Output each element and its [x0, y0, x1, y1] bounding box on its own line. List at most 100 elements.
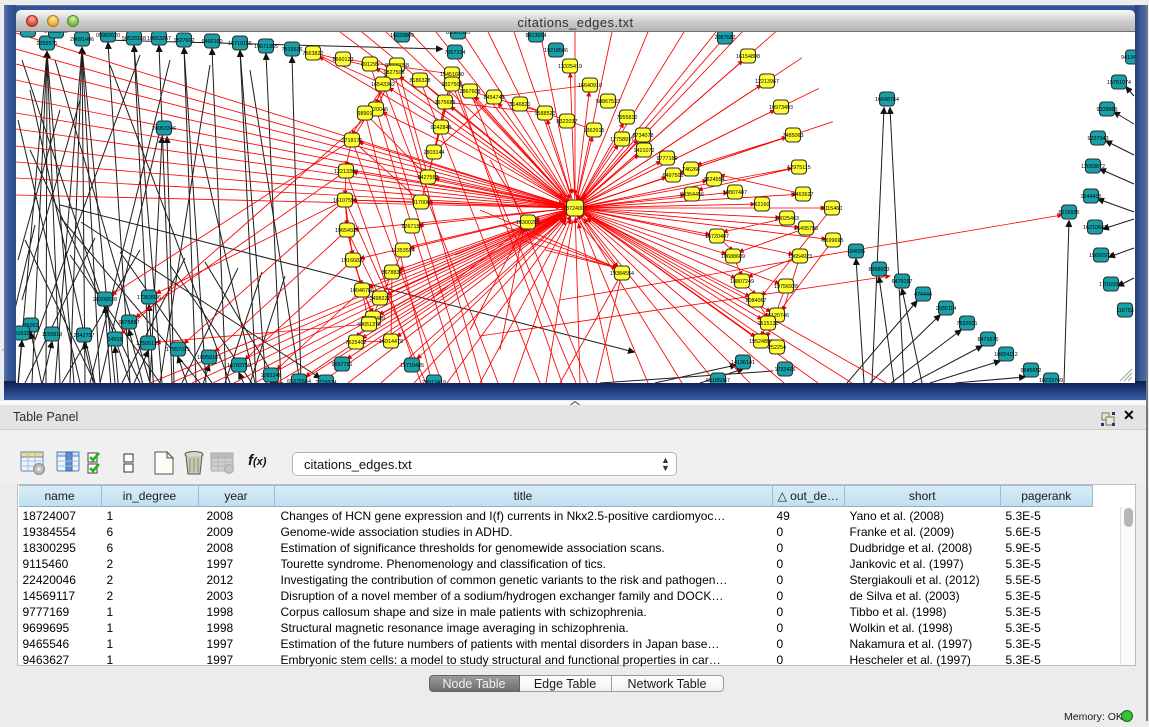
svg-text:29912419: 29912419	[422, 380, 446, 383]
svg-text:7632621: 7632621	[957, 321, 978, 327]
svg-text:2867608: 2867608	[460, 89, 481, 95]
svg-text:474444: 474444	[914, 292, 932, 298]
svg-text:18807249: 18807249	[730, 279, 754, 285]
svg-text:8454749: 8454749	[484, 95, 505, 101]
svg-text:18300295: 18300295	[516, 220, 540, 226]
svg-text:14519: 14519	[108, 337, 123, 343]
svg-text:116753: 116753	[1116, 308, 1134, 314]
svg-text:1092346: 1092346	[261, 373, 282, 379]
svg-text:98901: 98901	[358, 111, 373, 117]
svg-text:20364456: 20364456	[680, 192, 704, 198]
svg-text:1421072: 1421072	[634, 148, 655, 154]
svg-text:317006: 317006	[412, 200, 430, 206]
svg-text:58867533: 58867533	[596, 99, 620, 105]
svg-text:19654923: 19654923	[788, 254, 812, 260]
svg-text:18233749: 18233749	[1039, 378, 1063, 383]
svg-text:20053346: 20053346	[152, 126, 176, 132]
svg-text:19218506: 19218506	[544, 48, 568, 54]
svg-text:7357224: 7357224	[445, 50, 466, 56]
svg-text:8471676: 8471676	[978, 337, 999, 343]
svg-text:16640910: 16640910	[578, 83, 602, 89]
svg-text:12505135: 12505135	[136, 341, 160, 347]
svg-text:9329966: 9329966	[1097, 107, 1118, 113]
svg-text:2087682: 2087682	[715, 35, 736, 41]
svg-text:2718176: 2718176	[342, 138, 363, 144]
svg-text:6479197: 6479197	[892, 279, 913, 285]
svg-text:10958107: 10958107	[197, 355, 221, 361]
svg-text:12213967: 12213967	[755, 79, 779, 85]
svg-text:20691406: 20691406	[70, 37, 94, 43]
svg-text:16543362: 16543362	[371, 82, 395, 88]
svg-text:13325419: 13325419	[558, 64, 582, 70]
svg-text:164095: 164095	[847, 249, 865, 255]
svg-text:7955812: 7955812	[617, 115, 638, 121]
svg-text:8267150: 8267150	[402, 224, 423, 230]
svg-text:1156819: 1156819	[42, 332, 63, 338]
svg-text:15716485: 15716485	[400, 363, 424, 369]
svg-text:19166827: 19166827	[341, 258, 365, 264]
svg-text:9245652: 9245652	[1021, 368, 1042, 374]
svg-text:2803144: 2803144	[424, 150, 445, 156]
svg-text:7485063: 7485063	[783, 133, 804, 139]
svg-text:10807487: 10807487	[723, 190, 747, 196]
svg-text:252254: 252254	[768, 345, 786, 351]
svg-text:17353936: 17353936	[137, 295, 161, 301]
svg-text:7515526: 7515526	[282, 47, 303, 53]
svg-text:10654112: 10654112	[994, 352, 1018, 358]
svg-text:17758917: 17758917	[610, 137, 634, 143]
svg-text:15692971: 15692971	[1089, 253, 1113, 259]
svg-text:8958923: 8958923	[869, 267, 890, 273]
svg-text:8678832: 8678832	[382, 270, 403, 276]
svg-text:10688609: 10688609	[721, 254, 745, 260]
svg-text:2055571: 2055571	[37, 41, 58, 47]
svg-text:15720407: 15720407	[705, 234, 729, 240]
svg-text:6466160: 6466160	[202, 39, 223, 45]
svg-text:10973493: 10973493	[769, 105, 793, 111]
svg-text:65375564: 65375564	[287, 379, 311, 383]
svg-text:62160: 62160	[755, 202, 770, 208]
svg-text:6734078: 6734078	[633, 133, 654, 139]
svg-text:49651370: 49651370	[357, 322, 381, 328]
svg-text:16782759: 16782759	[227, 363, 251, 369]
svg-text:1615132: 1615132	[758, 321, 779, 327]
svg-text:9463627: 9463627	[793, 192, 814, 198]
svg-text:18724007: 18724007	[563, 206, 587, 212]
svg-text:12093872: 12093872	[1081, 164, 1105, 170]
svg-text:17957225: 17957225	[166, 347, 190, 353]
svg-text:19654925: 19654925	[335, 228, 359, 234]
svg-text:8813054: 8813054	[526, 33, 547, 39]
svg-text:9699695: 9699695	[823, 238, 844, 244]
svg-text:8322037: 8322037	[557, 119, 578, 125]
svg-text:11353594: 11353594	[391, 248, 415, 254]
svg-text:3824554: 3824554	[704, 177, 725, 183]
svg-text:9327506: 9327506	[442, 82, 463, 88]
svg-text:3498222: 3498222	[370, 296, 391, 302]
svg-text:16671355: 16671355	[254, 44, 278, 50]
svg-text:83561595: 83561595	[446, 32, 470, 36]
svg-text:2342757: 2342757	[74, 333, 95, 339]
svg-text:10719155: 10719155	[228, 41, 252, 47]
svg-text:6497508: 6497508	[663, 173, 684, 179]
svg-text:1527602: 1527602	[174, 38, 195, 44]
svg-text:7563822: 7563822	[303, 51, 324, 57]
svg-text:9777169: 9777169	[657, 156, 678, 162]
svg-text:12975115: 12975115	[787, 165, 811, 171]
svg-text:10025463: 10025463	[775, 216, 799, 222]
svg-text:2016328: 2016328	[16, 331, 33, 337]
svg-text:9827506: 9827506	[384, 70, 405, 76]
svg-text:16154808: 16154808	[736, 54, 760, 60]
svg-text:16210643: 16210643	[1083, 225, 1107, 231]
svg-text:8660123: 8660123	[333, 57, 354, 63]
svg-text:7625402: 7625402	[346, 340, 367, 346]
svg-text:2935114: 2935114	[936, 306, 957, 312]
svg-text:9975887: 9975887	[119, 320, 140, 326]
svg-text:746266: 746266	[682, 167, 700, 173]
svg-text:1244415: 1244415	[1081, 194, 1102, 200]
svg-text:16495796: 16495796	[794, 226, 818, 232]
svg-text:9084067: 9084067	[746, 298, 767, 304]
svg-text:8186328: 8186328	[410, 78, 431, 84]
svg-text:10653267: 10653267	[147, 36, 171, 42]
svg-text:16033809: 16033809	[390, 33, 414, 39]
svg-text:2719374: 2719374	[316, 380, 337, 383]
svg-text:1733426: 1733426	[775, 367, 796, 373]
